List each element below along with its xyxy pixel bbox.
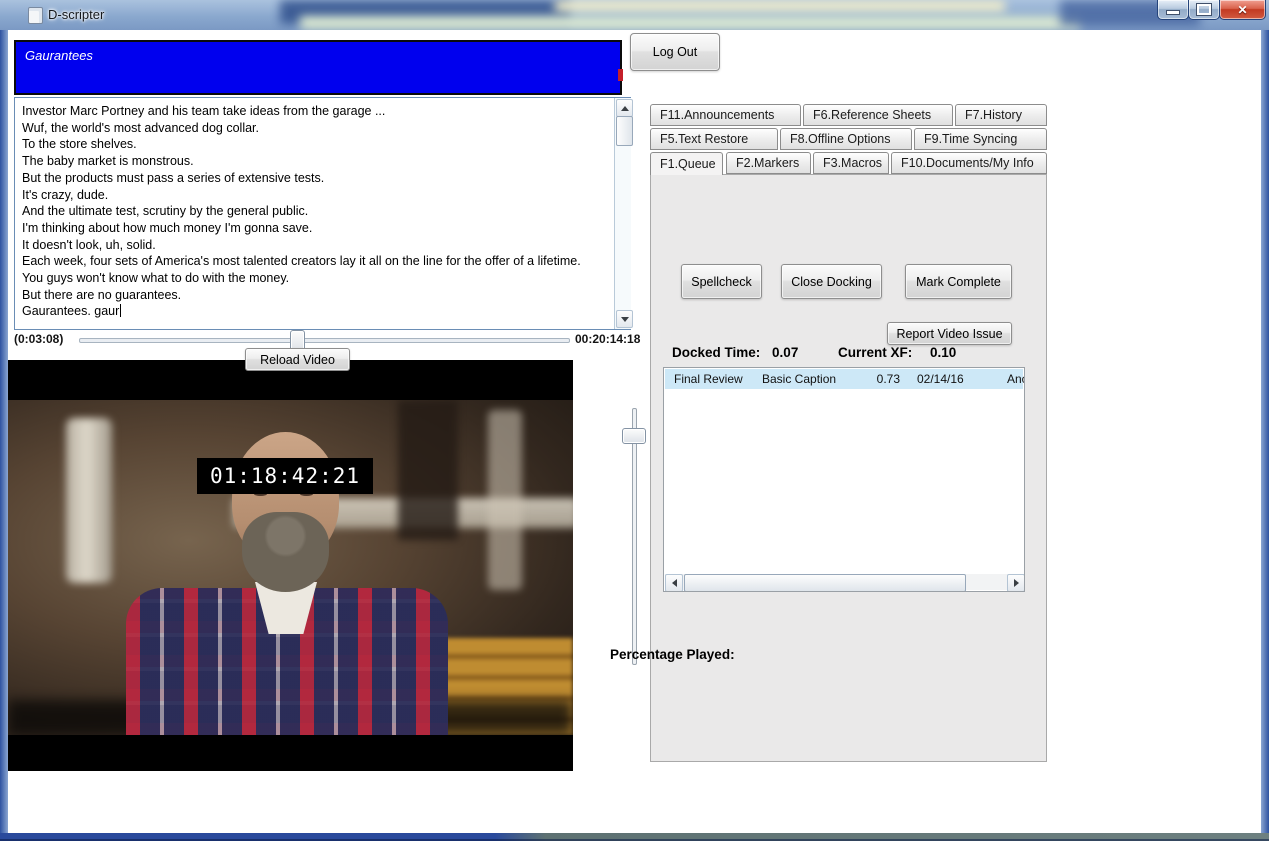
queue-cell-truncated: Anc xyxy=(1007,372,1025,386)
transcript-line: Gaurantees. gaur xyxy=(22,303,606,320)
queue-cell-service: Basic Caption xyxy=(762,372,836,386)
elapsed-time-label: (0:03:08) xyxy=(14,332,63,346)
background-pipe xyxy=(66,418,112,583)
spellcheck-button[interactable]: Spellcheck xyxy=(681,264,762,299)
arrow-left-icon xyxy=(672,579,677,587)
scrollbar-thumb[interactable] xyxy=(684,574,966,592)
background-machinery xyxy=(488,410,522,590)
transcript-line: And the ultimate test, scrutiny by the g… xyxy=(22,203,606,220)
background-machinery xyxy=(398,400,458,540)
queue-cell-duration: 0.73 xyxy=(865,372,900,386)
percentage-played-label: Percentage Played: xyxy=(610,647,735,662)
arrow-down-icon xyxy=(621,317,629,322)
transcript-line: Investor Marc Portney and his team take … xyxy=(22,103,606,120)
close-docking-button[interactable]: Close Docking xyxy=(781,264,882,299)
transcript-line: To the store shelves. xyxy=(22,136,606,153)
arrow-up-icon xyxy=(621,106,629,111)
transcript-line: But the products must pass a series of e… xyxy=(22,170,606,187)
transcript-line-text: Gaurantees. gaur xyxy=(22,304,119,318)
maximize-icon xyxy=(1197,4,1211,15)
scroll-up-button[interactable] xyxy=(616,99,633,117)
video-frame: 01:18:42:21 xyxy=(8,400,573,735)
transcript-line: Wuf, the world's most advanced dog colla… xyxy=(22,120,606,137)
window-title: D-scripter xyxy=(48,7,104,22)
transcript-line: It's crazy, dude. xyxy=(22,187,606,204)
vertical-slider-track[interactable] xyxy=(632,408,637,665)
transcript-line: I'm thinking about how much money I'm go… xyxy=(22,220,606,237)
scroll-down-button[interactable] xyxy=(616,310,633,328)
glass-reflection xyxy=(300,16,1080,30)
text-cursor xyxy=(120,304,121,317)
window-border-bottom xyxy=(0,833,1269,841)
playback-slider-track[interactable] xyxy=(79,338,570,343)
burned-in-timecode: 01:18:42:21 xyxy=(197,458,373,494)
scrollbar-thumb[interactable] xyxy=(616,116,633,146)
tab-queue[interactable]: F1.Queue xyxy=(650,152,723,175)
glass-reflection xyxy=(555,0,1005,12)
queue-row-selected[interactable]: Final Review Basic Caption 0.73 02/14/16… xyxy=(665,369,1023,389)
log-out-button[interactable]: Log Out xyxy=(630,33,720,71)
docked-time-value: 0.07 xyxy=(772,345,798,360)
close-icon: ✕ xyxy=(1237,3,1247,17)
mark-complete-button[interactable]: Mark Complete xyxy=(905,264,1012,299)
minimize-button[interactable] xyxy=(1157,0,1189,20)
current-caption-banner: Gaurantees xyxy=(14,40,622,95)
reload-video-button[interactable]: Reload Video xyxy=(245,348,350,371)
tab-time-syncing[interactable]: F9.Time Syncing xyxy=(914,128,1047,150)
tab-macros[interactable]: F3.Macros xyxy=(813,152,889,174)
video-player[interactable]: 01:18:42:21 xyxy=(8,360,573,771)
transcript-line: Each week, four sets of America's most t… xyxy=(22,253,606,270)
current-caption-text: Gaurantees xyxy=(25,48,93,63)
transcript-line: It doesn't look, uh, solid. xyxy=(22,237,606,254)
tab-markers[interactable]: F2.Markers xyxy=(726,152,811,174)
tab-text-restore[interactable]: F5.Text Restore xyxy=(650,128,778,150)
queue-horizontal-scrollbar[interactable] xyxy=(665,574,1023,590)
end-timecode-label: 00:20:14:18 xyxy=(575,332,640,346)
queue-cell-stage: Final Review xyxy=(674,372,743,386)
tab-reference-sheets[interactable]: F6.Reference Sheets xyxy=(803,104,953,126)
transcript-line: You guys won't know what to do with the … xyxy=(22,270,606,287)
queue-cell-date: 02/14/16 xyxy=(917,372,964,386)
report-video-issue-button[interactable]: Report Video Issue xyxy=(887,322,1012,345)
tab-documents-my-info[interactable]: F10.Documents/My Info xyxy=(891,152,1047,174)
title-bar[interactable]: D-scripter ✕ xyxy=(0,0,1269,30)
queue-list[interactable]: Final Review Basic Caption 0.73 02/14/16… xyxy=(663,367,1025,592)
transcript-editor[interactable]: Investor Marc Portney and his team take … xyxy=(14,97,631,330)
scroll-right-button[interactable] xyxy=(1007,574,1025,592)
maximize-button[interactable] xyxy=(1188,0,1220,20)
window-border-right xyxy=(1261,30,1269,833)
current-xf-value: 0.10 xyxy=(930,345,956,360)
current-xf-caption: Current XF: xyxy=(838,345,912,360)
tab-history[interactable]: F7.History xyxy=(955,104,1047,126)
window-border-left xyxy=(0,30,8,833)
docked-time-caption: Docked Time: xyxy=(672,345,760,360)
caption-marker-tick xyxy=(618,69,623,81)
vertical-slider-thumb[interactable] xyxy=(622,428,646,444)
minimize-icon xyxy=(1166,10,1180,15)
scroll-left-button[interactable] xyxy=(665,574,683,592)
tab-announcements[interactable]: F11.Announcements xyxy=(650,104,801,126)
current-xf-label: Current XF: 0.10 xyxy=(838,345,956,360)
close-button[interactable]: ✕ xyxy=(1219,0,1266,20)
transcript-line: The baby market is monstrous. xyxy=(22,153,606,170)
docked-time-label: Docked Time: 0.07 xyxy=(672,345,798,360)
transcript-line: But there are no guarantees. xyxy=(22,287,606,304)
speaker-beard xyxy=(242,512,329,592)
transcript-vertical-scrollbar[interactable] xyxy=(614,98,631,329)
tab-offline-options[interactable]: F8.Offline Options xyxy=(780,128,912,150)
app-document-icon xyxy=(28,7,43,24)
arrow-right-icon xyxy=(1014,579,1019,587)
